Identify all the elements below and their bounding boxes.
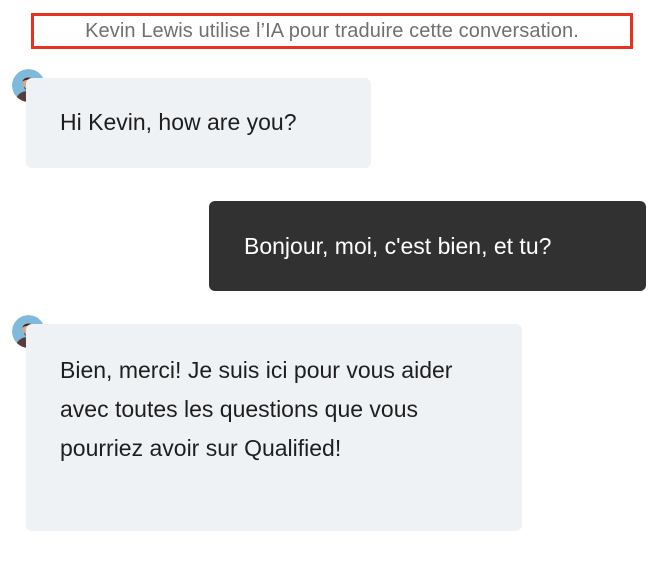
message-text: Hi Kevin, how are you? bbox=[60, 109, 297, 135]
message-bubble: Bonjour, moi, c'est bien, et tu? bbox=[209, 201, 646, 291]
message-text: Bonjour, moi, c'est bien, et tu? bbox=[244, 233, 552, 259]
message-text: Bien, merci! Je suis ici pour vous aider… bbox=[60, 357, 453, 461]
message-bubble: Hi Kevin, how are you? bbox=[26, 78, 371, 168]
message-bubble: Bien, merci! Je suis ici pour vous aider… bbox=[26, 324, 522, 531]
translation-notice: Kevin Lewis utilise l’IA pour traduire c… bbox=[31, 13, 633, 49]
translation-notice-text: Kevin Lewis utilise l’IA pour traduire c… bbox=[85, 19, 579, 42]
